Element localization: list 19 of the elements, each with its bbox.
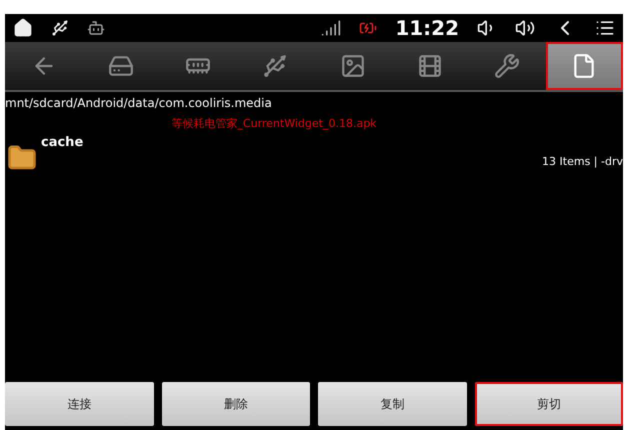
image-icon bbox=[340, 53, 366, 79]
notice-text: 等候耗电管家_CurrentWidget_0.18.apk bbox=[170, 116, 378, 131]
signal-icon bbox=[321, 18, 342, 38]
clock-time: 11:22 bbox=[395, 16, 459, 40]
robot-icon bbox=[87, 19, 105, 37]
file-name[interactable]: cache bbox=[41, 135, 84, 150]
action-button[interactable]: 连接 bbox=[5, 382, 154, 426]
action-button[interactable]: 剪切 bbox=[474, 382, 623, 426]
toolbar-tab[interactable] bbox=[546, 42, 623, 90]
path-text: mnt/sdcard/Android/data/com.cooliris.media bbox=[5, 95, 273, 110]
action-button[interactable]: 删除 bbox=[162, 382, 310, 426]
usb-icon bbox=[262, 53, 288, 79]
film-reel-icon bbox=[416, 53, 443, 79]
wrench-icon bbox=[494, 53, 520, 79]
home-icon[interactable] bbox=[13, 18, 33, 38]
action-button[interactable]: 复制 bbox=[318, 382, 466, 426]
file-info: 13 Items | -drv bbox=[542, 155, 623, 168]
volume-up-icon[interactable] bbox=[515, 18, 535, 38]
usb-icon bbox=[51, 19, 69, 37]
